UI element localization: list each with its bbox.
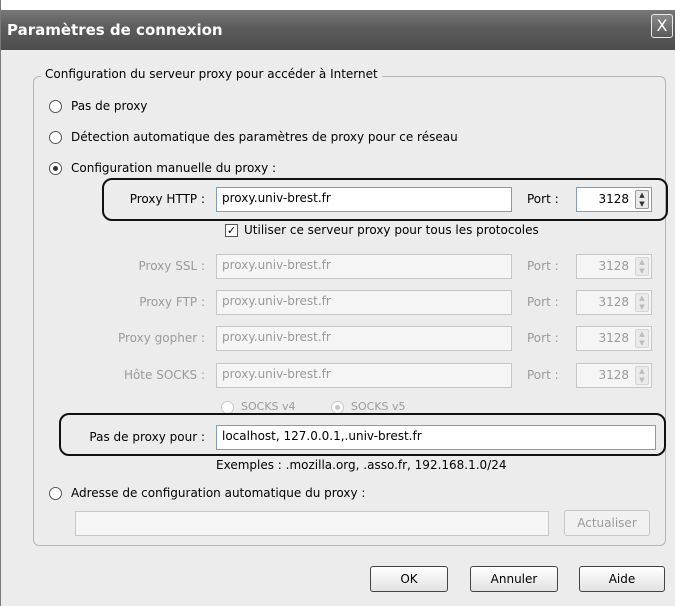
socks-port-input[interactable]: 3128 ▲ ▼ [576, 363, 652, 388]
group-legend: Configuration du serveur proxy pour accé… [41, 67, 382, 81]
use-for-all-checkbox[interactable]: ✓ [225, 224, 238, 237]
no-proxy-for-input[interactable]: localhost, 127.0.0.1,.univ-brest.fr [216, 425, 656, 450]
no-proxy-for-label: Pas de proxy pour : [89, 430, 205, 444]
ftp-port-label: Port : [527, 295, 559, 309]
radio-auto-config-label: Adresse de configuration automatique du … [71, 486, 366, 500]
http-proxy-label: Proxy HTTP : [129, 192, 205, 206]
spinner-arrows-icon[interactable]: ▲ ▼ [635, 293, 649, 312]
cancel-button[interactable]: Annuler [470, 566, 558, 592]
socks-port-label: Port : [527, 368, 559, 382]
radio-auto-detect-label: Détection automatique des paramètres de … [71, 130, 458, 144]
http-port-label: Port : [527, 192, 559, 206]
gopher-port-label: Port : [527, 331, 559, 345]
ok-button[interactable]: OK [370, 566, 448, 592]
spinner-arrows-icon[interactable]: ▲ ▼ [635, 257, 649, 276]
examples-hint: Exemples : .mozilla.org, .asso.fr, 192.1… [216, 458, 507, 472]
spinner-arrows-icon[interactable]: ▲ ▼ [635, 366, 649, 385]
socks-host-input[interactable]: proxy.univ-brest.fr [216, 363, 512, 388]
http-proxy-input[interactable]: proxy.univ-brest.fr [216, 187, 512, 212]
http-port-input[interactable]: 3128 ▲ ▼ [576, 187, 652, 212]
socks-port-value: 3128 [598, 368, 629, 382]
reload-button[interactable]: Actualiser [564, 510, 650, 536]
ssl-port-value: 3128 [598, 259, 629, 273]
spinner-arrows-icon[interactable]: ▲ ▼ [635, 190, 649, 209]
ssl-proxy-input[interactable]: proxy.univ-brest.fr [216, 254, 512, 279]
gopher-proxy-label: Proxy gopher : [117, 331, 205, 345]
socks-v4-label: SOCKS v4 [241, 400, 296, 413]
gopher-port-input[interactable]: 3128 ▲ ▼ [576, 326, 652, 351]
spinner-arrows-icon[interactable]: ▲ ▼ [635, 329, 649, 348]
radio-auto-config-url[interactable] [49, 487, 62, 500]
ftp-proxy-label: Proxy FTP : [139, 295, 205, 309]
ssl-port-input[interactable]: 3128 ▲ ▼ [576, 254, 652, 279]
help-button[interactable]: Aide [579, 566, 665, 592]
ssl-proxy-label: Proxy SSL : [138, 259, 205, 273]
ftp-port-value: 3128 [598, 295, 629, 309]
gopher-port-value: 3128 [598, 331, 629, 345]
connection-settings-dialog: Paramètres de connexion X Configuration … [0, 0, 675, 606]
radio-no-proxy-label: Pas de proxy [71, 99, 148, 113]
radio-manual-proxy[interactable] [49, 162, 62, 175]
ftp-port-input[interactable]: 3128 ▲ ▼ [576, 290, 652, 315]
ssl-port-label: Port : [527, 259, 559, 273]
auto-config-url-input[interactable] [75, 511, 549, 536]
radio-auto-detect[interactable] [49, 131, 62, 144]
http-port-value: 3128 [598, 192, 629, 206]
use-for-all-label: Utiliser ce serveur proxy pour tous les … [244, 223, 539, 237]
title-bar: Paramètres de connexion [1, 10, 675, 50]
ftp-proxy-input[interactable]: proxy.univ-brest.fr [216, 290, 512, 315]
window-title: Paramètres de connexion [7, 21, 223, 39]
socks-host-label: Hôte SOCKS : [123, 368, 205, 382]
gopher-proxy-input[interactable]: proxy.univ-brest.fr [216, 326, 512, 351]
socks-v5-label: SOCKS v5 [351, 400, 406, 413]
top-strip [1, 0, 675, 10]
close-icon[interactable]: X [651, 14, 673, 38]
radio-manual-proxy-label: Configuration manuelle du proxy : [71, 161, 277, 175]
radio-no-proxy[interactable] [49, 100, 62, 113]
